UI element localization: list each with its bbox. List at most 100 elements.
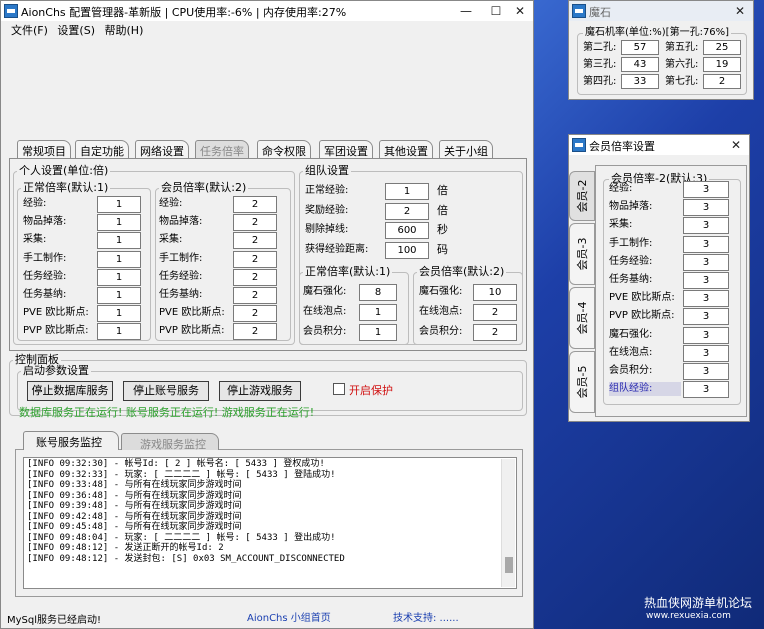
main-member_rate-input-2[interactable]: 2 xyxy=(233,232,277,250)
scroll-thumb[interactable] xyxy=(505,557,513,573)
menu-help[interactable]: 帮助(H) xyxy=(105,24,144,37)
main-normal_rate-input-2[interactable]: 1 xyxy=(97,232,141,250)
member-win-input-3[interactable]: 3 xyxy=(683,235,729,253)
member-win-input-5[interactable]: 3 xyxy=(683,272,729,289)
vtab-member-4[interactable]: 会员-4 xyxy=(569,287,595,349)
tab-game-monitor[interactable]: 游戏服务监控 xyxy=(121,433,219,451)
member-rate-window: 会员倍率设置 ✕ 会员-2 会员-3 会员-4 会员-5 会员倍率-2(默认:3… xyxy=(568,134,750,422)
magic-input-b-0[interactable]: 25 xyxy=(703,40,741,55)
log-line: [INFO 09:42:48] - 与所有在线玩家同步游戏时间 xyxy=(27,511,242,522)
magic-input-a-0[interactable]: 57 xyxy=(621,40,659,55)
member-win-input-2[interactable]: 3 xyxy=(683,217,729,235)
magic-input-b-2[interactable]: 2 xyxy=(703,74,741,89)
main-normal_rate-input-3[interactable]: 1 xyxy=(97,250,141,268)
main-normal_rate-label-1: 物品掉落: xyxy=(23,216,67,228)
magic-input-a-2[interactable]: 33 xyxy=(621,74,659,89)
personal-group-label: 个人设置(单位:倍) xyxy=(17,164,111,177)
main-member_rate-input-6[interactable]: 2 xyxy=(233,305,277,323)
tab-commands[interactable]: 命令权限 xyxy=(257,140,311,158)
window-title: AionChs 配置管理器-革新版 | CPU使用率:-6% | 内存使用率:2… xyxy=(21,6,347,19)
main-normal_rate-input-6[interactable]: 1 xyxy=(97,305,141,323)
maximize-button[interactable]: ☐ xyxy=(483,1,509,21)
main-member_rate-input-1[interactable]: 2 xyxy=(233,214,277,232)
main-normal_rate-input-7[interactable]: 1 xyxy=(97,323,141,341)
member-win-input-1[interactable]: 3 xyxy=(683,199,729,217)
log-line: [INFO 09:32:30] - 帐号Id: [ 2 ] 帐号名: [ 543… xyxy=(27,459,325,469)
tab-network[interactable]: 网络设置 xyxy=(135,140,189,158)
main-member_rate-input-4[interactable]: 2 xyxy=(233,268,277,286)
main-team_member-input-1[interactable]: 2 xyxy=(473,304,517,321)
log-line: [INFO 09:48:12] - 发送封包: [S] 0x03 SM_ACCO… xyxy=(27,553,345,564)
menu-file[interactable]: 文件(F) xyxy=(11,24,48,37)
stop-game-button[interactable]: 停止游戏服务 xyxy=(219,381,301,401)
main-team_member-input-2[interactable]: 2 xyxy=(473,324,517,341)
member-close-button[interactable]: ✕ xyxy=(723,135,749,155)
main-member_rate-input-3[interactable]: 2 xyxy=(233,250,277,268)
log-scrollbar[interactable] xyxy=(501,459,515,587)
vtab-member-3[interactable]: 会员-3 xyxy=(569,223,595,285)
tab-task-rate[interactable]: 任务倍率 xyxy=(195,140,249,158)
magic-label-b-2: 第七孔: xyxy=(665,76,699,87)
member-win-input-8[interactable]: 3 xyxy=(683,326,729,344)
main-team_member-input-0[interactable]: 10 xyxy=(473,284,517,301)
stop-account-button[interactable]: 停止账号服务 xyxy=(123,381,209,401)
main-team_normal-input-2[interactable]: 1 xyxy=(359,324,397,341)
main-normal_rate-input-1[interactable]: 1 xyxy=(97,214,141,232)
log-line: [INFO 09:33:48] - 与所有在线玩家同步游戏时间 xyxy=(27,480,242,490)
protect-checkbox[interactable] xyxy=(333,383,345,395)
member-win-input-0[interactable]: 3 xyxy=(683,181,729,198)
group-homepage-link[interactable]: AionChs 小组首页 xyxy=(247,609,331,624)
member-win-label-11: 组队经验: xyxy=(609,382,681,397)
tab-legion[interactable]: 军团设置 xyxy=(319,140,373,158)
team-group-label: 组队设置 xyxy=(303,164,351,177)
main-team_member-label-0: 魔石强化: xyxy=(419,286,463,297)
team-unit-3: 码 xyxy=(437,242,448,256)
main-member_rate-label-5: 任务基纳: xyxy=(159,289,203,300)
tab-other[interactable]: 其他设置 xyxy=(379,140,433,158)
log-line: [INFO 09:39:48] - 与所有在线玩家同步游戏时间 xyxy=(27,501,242,511)
tab-custom[interactable]: 自定功能 xyxy=(75,140,129,158)
member-win-input-10[interactable]: 3 xyxy=(683,363,729,380)
main-normal_rate-input-0[interactable]: 1 xyxy=(97,196,141,213)
member-win-input-6[interactable]: 3 xyxy=(683,290,729,308)
main-team_normal-input-1[interactable]: 1 xyxy=(359,304,397,321)
team-input-0[interactable]: 1 xyxy=(385,183,429,200)
main-window: AionChs 配置管理器-革新版 | CPU使用率:-6% | 内存使用率:2… xyxy=(0,0,534,629)
stop-database-button[interactable]: 停止数据库服务 xyxy=(27,381,113,401)
team-label-3: 获得经验距离: xyxy=(305,243,369,255)
minimize-button[interactable]: — xyxy=(453,1,479,21)
menu-settings[interactable]: 设置(S) xyxy=(57,24,95,37)
tab-account-monitor[interactable]: 账号服务监控 xyxy=(23,431,119,450)
member-win-input-4[interactable]: 3 xyxy=(683,253,729,271)
member-win-label-4: 任务经验: xyxy=(609,255,653,267)
team-input-1[interactable]: 2 xyxy=(385,202,429,220)
member-win-input-9[interactable]: 3 xyxy=(683,344,729,362)
main-member_rate-input-0[interactable]: 2 xyxy=(233,196,277,213)
service-status: 数据库服务正在运行! 账号服务正在运行! 游戏服务正在运行! xyxy=(19,406,315,419)
member-win-input-11[interactable]: 3 xyxy=(683,381,729,399)
tech-support-link[interactable]: 技术支持: ...... xyxy=(393,609,459,624)
tab-about[interactable]: 关于小组 xyxy=(439,140,493,158)
team-input-3[interactable]: 100 xyxy=(385,241,429,259)
team-unit-0: 倍 xyxy=(437,184,448,197)
vtab-member-2[interactable]: 会员-2 xyxy=(569,171,595,221)
magic-input-a-1[interactable]: 43 xyxy=(621,57,659,72)
normal-rate-label: 正常倍率(默认:1) xyxy=(21,181,111,194)
main-normal_rate-label-3: 手工制作: xyxy=(23,252,67,264)
team-member-label: 会员倍率(默认:2) xyxy=(417,265,507,278)
magic-input-b-1[interactable]: 19 xyxy=(703,57,741,72)
account-log: [INFO 09:32:30] - 帐号Id: [ 2 ] 帐号名: [ 543… xyxy=(23,457,517,589)
magic-close-button[interactable]: ✕ xyxy=(727,1,753,21)
main-member_rate-input-5[interactable]: 2 xyxy=(233,287,277,304)
team-input-2[interactable]: 600 xyxy=(385,222,429,239)
tab-general[interactable]: 常规项目 xyxy=(17,140,71,158)
main-normal_rate-input-4[interactable]: 1 xyxy=(97,268,141,286)
member-win-input-7[interactable]: 3 xyxy=(683,308,729,326)
vtab-member-5[interactable]: 会员-5 xyxy=(569,351,595,413)
main-team_normal-input-0[interactable]: 8 xyxy=(359,284,397,301)
close-button[interactable]: ✕ xyxy=(507,1,533,21)
main-member_rate-input-7[interactable]: 2 xyxy=(233,323,277,341)
log-line: [INFO 09:48:12] - 发送正断开的帐号Id: 2 xyxy=(27,543,224,553)
main-normal_rate-input-5[interactable]: 1 xyxy=(97,287,141,304)
main-team_normal-label-0: 魔石强化: xyxy=(303,286,347,297)
